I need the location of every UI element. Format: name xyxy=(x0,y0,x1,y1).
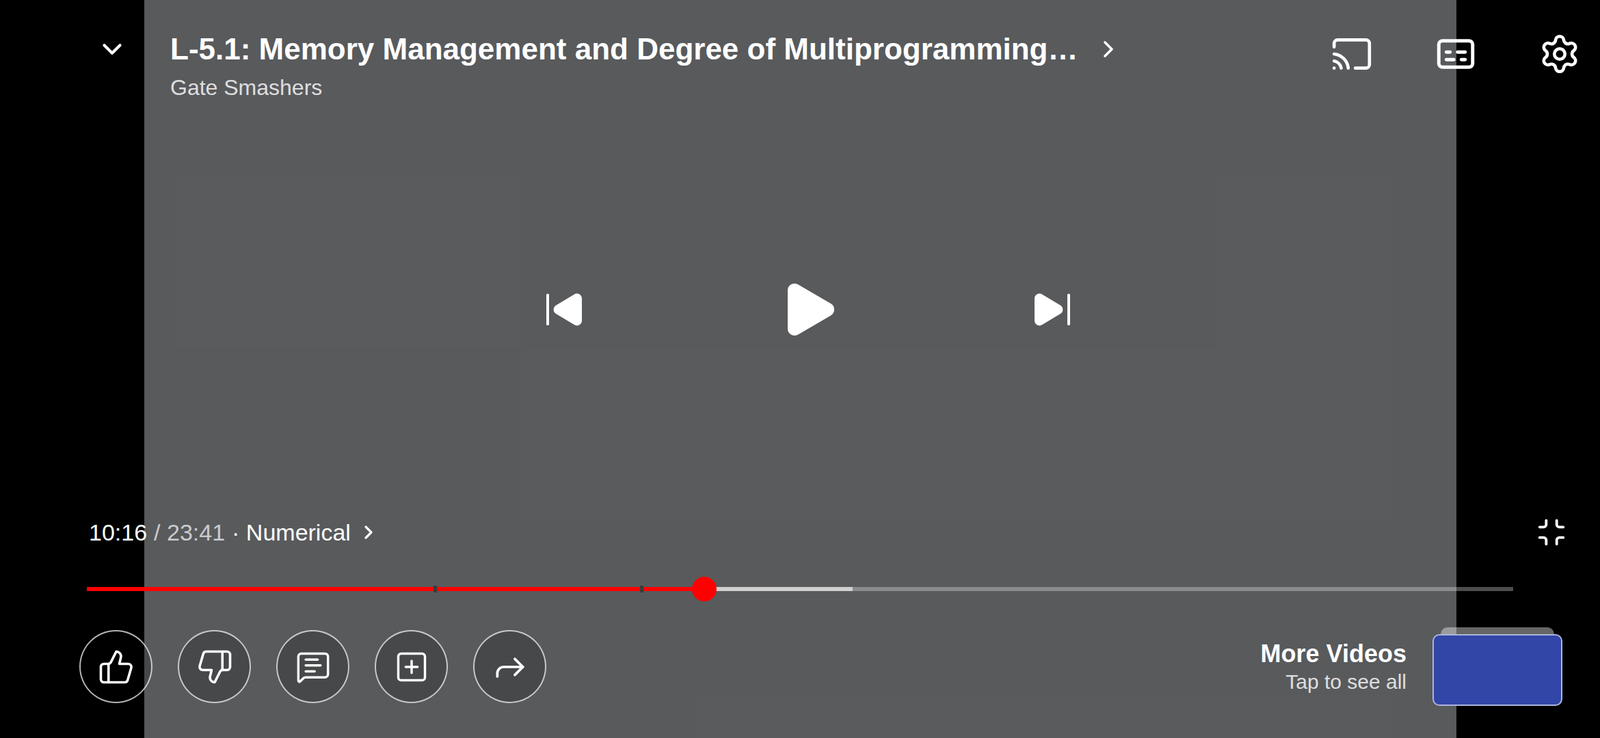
chapter-title[interactable]: · Numerical xyxy=(231,517,351,548)
chevron-right-icon[interactable] xyxy=(1094,35,1123,63)
time-row: 10:16/ 23:41· Numerical xyxy=(0,516,1600,549)
top-actions xyxy=(1330,31,1581,77)
next-button[interactable] xyxy=(1011,268,1094,351)
channel-name[interactable]: Gate Smashers xyxy=(170,72,1123,103)
more-videos[interactable]: More VideosTap to see all xyxy=(1260,627,1563,707)
video-player-screen: L-5.1: Memory Management and Degree of M… xyxy=(0,0,1600,738)
chevron-right-icon[interactable] xyxy=(357,521,380,544)
more-videos-label: More Videos xyxy=(1260,639,1407,670)
elapsed-time: 10:16 xyxy=(88,517,148,548)
more-videos-hint: Tap to see all xyxy=(1285,669,1407,696)
duration: / 23:41 xyxy=(153,517,225,548)
thumbs-down-icon xyxy=(196,648,234,686)
cast-icon[interactable] xyxy=(1330,32,1373,76)
skip-back-icon xyxy=(542,287,586,332)
gear-icon[interactable] xyxy=(1538,32,1581,76)
chapter-gap xyxy=(640,585,644,593)
chevron-down-icon xyxy=(96,33,128,65)
progress-thumb[interactable] xyxy=(691,577,717,602)
play-icon xyxy=(775,276,842,343)
like-button[interactable] xyxy=(79,630,153,704)
top-bar: L-5.1: Memory Management and Degree of M… xyxy=(0,0,1600,103)
skip-forward-icon xyxy=(1030,287,1075,332)
save-button[interactable] xyxy=(374,630,448,704)
thumbs-up-icon xyxy=(97,648,135,686)
minimize-button[interactable] xyxy=(96,31,128,68)
exit-fullscreen-icon[interactable] xyxy=(1535,516,1568,549)
play-button[interactable] xyxy=(763,265,853,355)
comments-button[interactable] xyxy=(276,630,350,704)
video-title[interactable]: L-5.1: Memory Management and Degree of M… xyxy=(170,31,1079,68)
title-block: L-5.1: Memory Management and Degree of M… xyxy=(170,31,1123,103)
chapter-gap xyxy=(433,585,437,593)
more-videos-thumbnail[interactable] xyxy=(1432,627,1563,707)
comment-icon xyxy=(295,649,331,686)
share-button[interactable] xyxy=(473,630,547,704)
previous-button[interactable] xyxy=(523,268,606,351)
share-icon xyxy=(490,648,530,687)
center-controls xyxy=(0,102,1600,517)
dislike-button[interactable] xyxy=(177,630,251,704)
save-icon xyxy=(393,649,430,686)
player-overlay: L-5.1: Memory Management and Degree of M… xyxy=(0,0,1600,738)
progress-bar[interactable] xyxy=(86,577,1514,602)
actions-row: More VideosTap to see all xyxy=(0,627,1600,738)
captions-icon[interactable] xyxy=(1433,31,1479,77)
